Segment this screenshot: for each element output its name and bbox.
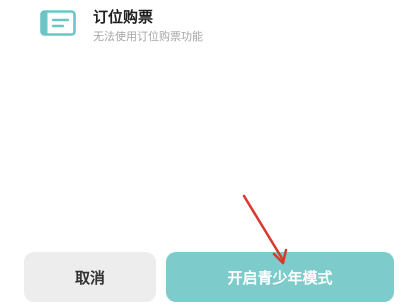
feature-item-ticket-booking: 订位购票 无法使用订位购票功能 [0,0,416,52]
feature-title: 订位购票 [93,8,154,26]
feature-subtitle: 无法使用订位购票功能 [93,30,203,43]
cancel-button[interactable]: 取消 [24,252,156,302]
enable-teen-mode-button[interactable]: 开启青少年模式 [166,252,394,302]
ticket-icon [40,10,76,36]
